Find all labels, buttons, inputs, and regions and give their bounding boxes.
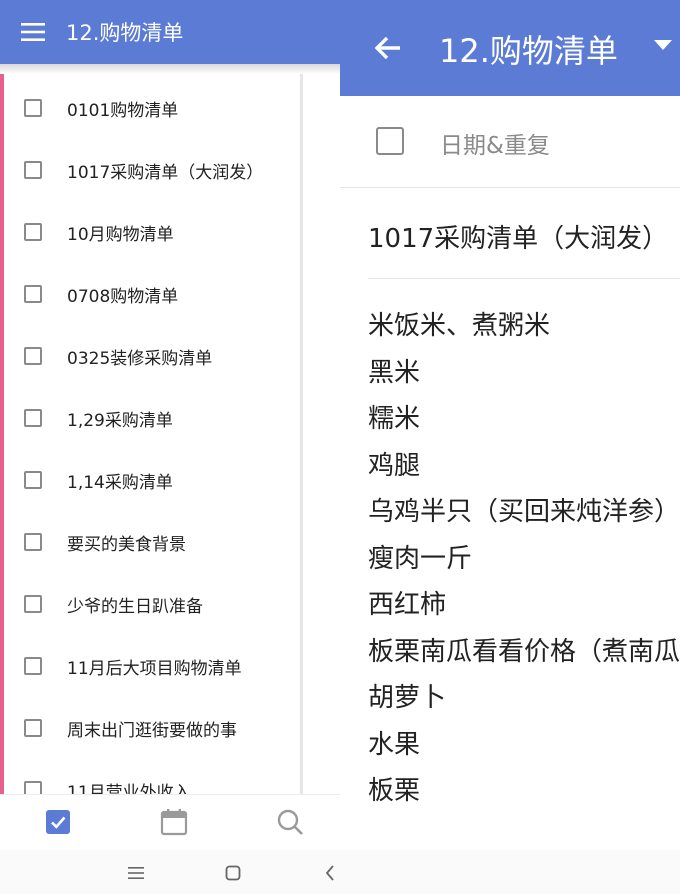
- recent-apps-button[interactable]: [126, 863, 146, 883]
- system-back-button[interactable]: [320, 863, 340, 883]
- list-title: 12.购物清单: [66, 21, 184, 45]
- checkbox[interactable]: [24, 595, 42, 613]
- list-item[interactable]: 周末出门逛街要做的事: [0, 697, 300, 759]
- list-item[interactable]: 1,14采购清单: [0, 449, 300, 511]
- screen: 12.购物清单 0101购物清单 1017采购清单（大润发） 10月购物清单 0…: [0, 0, 680, 894]
- note-line: 板栗南瓜看看价格（煮南瓜: [368, 636, 680, 667]
- chevron-left-icon: [325, 865, 334, 881]
- recent-apps-icon: [128, 867, 144, 879]
- hamburger-menu-icon: [21, 23, 45, 41]
- list-item-label: 1017采购清单（大润发）: [67, 162, 264, 183]
- tab-search[interactable]: [270, 803, 310, 841]
- note-line: 米饭米、煮粥米: [368, 311, 551, 341]
- note-line: 板栗: [368, 776, 421, 806]
- checkbox[interactable]: [24, 285, 42, 303]
- list-item[interactable]: 10月购物清单: [0, 201, 300, 263]
- checkbox[interactable]: [24, 409, 42, 427]
- divider: [368, 278, 680, 279]
- list-item-label: 0101购物清单: [67, 100, 179, 121]
- back-arrow-icon: [374, 36, 400, 60]
- list-item-label: 要买的美食背景: [67, 534, 186, 555]
- checkbox[interactable]: [24, 719, 42, 737]
- list-item-label: 10月购物清单: [67, 224, 174, 245]
- checkbox[interactable]: [24, 161, 42, 179]
- list-item-label: 周末出门逛街要做的事: [67, 720, 237, 741]
- list-item[interactable]: 0708购物清单: [0, 263, 300, 325]
- checkbox[interactable]: [24, 223, 42, 241]
- date-repeat-row[interactable]: 日期&重复: [340, 96, 680, 188]
- search-icon: [277, 809, 303, 835]
- tab-calendar[interactable]: [154, 803, 194, 841]
- checkbox[interactable]: [24, 471, 42, 489]
- list-item[interactable]: 0325装修采购清单: [0, 325, 300, 387]
- checkbox[interactable]: [376, 127, 404, 155]
- note-line: 西红柿: [368, 590, 447, 620]
- checkbox[interactable]: [24, 657, 42, 675]
- note-header: 12.购物清单: [340, 0, 680, 96]
- note-list-title: 12.购物清单: [439, 32, 618, 70]
- tab-tasks[interactable]: [38, 803, 78, 841]
- list-item[interactable]: 11月后大项目购物清单: [0, 635, 300, 697]
- note-line: 瘦肉一斤: [368, 543, 473, 574]
- note-line: 鸡腿: [368, 450, 421, 481]
- checkbox[interactable]: [24, 533, 42, 551]
- back-button[interactable]: [370, 30, 406, 66]
- note-line: 水果: [368, 729, 421, 760]
- system-nav-bar: [0, 850, 680, 894]
- home-icon: [225, 865, 241, 881]
- note-line: 黑米: [368, 357, 421, 388]
- note-line: 乌鸡半只（买回来炖洋参）: [368, 497, 680, 527]
- bottom-nav: [0, 794, 340, 848]
- dropdown-caret-icon[interactable]: [654, 40, 672, 50]
- home-button[interactable]: [223, 863, 243, 883]
- list-item-label: 11月营业外收入: [67, 782, 191, 795]
- todo-list: 0101购物清单 1017采购清单（大润发） 10月购物清单 0708购物清单 …: [0, 74, 340, 794]
- note-body[interactable]: 米饭米、煮粥米 黑米 糯米 鸡腿 乌鸡半只（买回来炖洋参） 瘦肉一斤 西红柿 板…: [368, 306, 680, 818]
- checkbox[interactable]: [24, 99, 42, 117]
- list-panel: 12.购物清单 0101购物清单 1017采购清单（大润发） 10月购物清单 0…: [0, 0, 340, 894]
- note-line: 糯米: [368, 404, 421, 434]
- header-shadow: [0, 64, 340, 74]
- list-item-label: 11月后大项目购物清单: [67, 658, 242, 679]
- checklist-icon: [46, 810, 70, 834]
- list-header: 12.购物清单: [0, 0, 340, 64]
- menu-button[interactable]: [0, 0, 66, 64]
- list-item-label: 1,14采购清单: [67, 472, 173, 493]
- list-item[interactable]: 1,29采购清单: [0, 387, 300, 449]
- note-panel: 12.购物清单 日期&重复 1017采购清单（大润发） 米饭米、煮粥米 黑米 糯…: [340, 0, 680, 850]
- list-item[interactable]: 少爷的生日趴准备: [0, 573, 300, 635]
- list-item-label: 0708购物清单: [67, 286, 179, 307]
- list-item[interactable]: 1017采购清单（大润发）: [0, 139, 300, 201]
- date-repeat-label[interactable]: 日期&重复: [440, 126, 550, 160]
- list-item[interactable]: 要买的美食背景: [0, 511, 300, 573]
- calendar-icon: [160, 809, 188, 836]
- list-item[interactable]: 0101购物清单: [0, 77, 300, 139]
- note-line: 胡萝卜: [368, 683, 447, 713]
- checkbox[interactable]: [24, 347, 42, 365]
- list-item-label: 0325装修采购清单: [67, 348, 213, 369]
- list-item-label: 少爷的生日趴准备: [67, 596, 203, 617]
- list-item[interactable]: 11月营业外收入: [0, 759, 300, 794]
- note-title[interactable]: 1017采购清单（大润发）: [368, 218, 668, 255]
- checkbox[interactable]: [24, 781, 42, 794]
- list-item-label: 1,29采购清单: [67, 410, 173, 431]
